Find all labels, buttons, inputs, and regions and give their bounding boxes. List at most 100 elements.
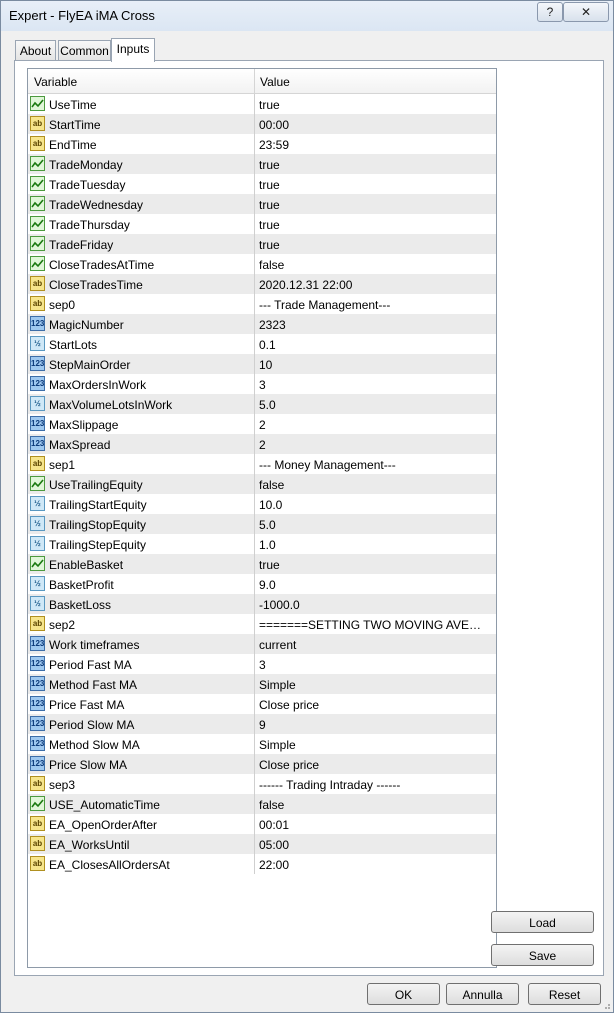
parameter-row[interactable]: 123 Method Fast MA Simple — [28, 674, 496, 694]
parameter-row[interactable]: ab sep1 --- Money Management--- — [28, 454, 496, 474]
parameter-value[interactable]: 2 — [259, 438, 489, 452]
parameter-row[interactable]: ab EA_ClosesAllOrdersAt 22:00 — [28, 854, 496, 874]
parameter-row[interactable]: 123 MaxSlippage 2 — [28, 414, 496, 434]
parameter-row[interactable]: ½ TrailingStepEquity 1.0 — [28, 534, 496, 554]
parameter-value[interactable]: Close price — [259, 758, 489, 772]
integer-icon: 123 — [30, 676, 45, 691]
parameter-value[interactable]: 1.0 — [259, 538, 489, 552]
parameter-value[interactable]: 2 — [259, 418, 489, 432]
parameter-value[interactable]: =======SETTING TWO MOVING AVERAG... — [259, 618, 489, 632]
parameters-grid[interactable]: Variable Value UseTime true ab StartTime 00:… — [27, 68, 497, 968]
reset-button[interactable]: Reset — [528, 983, 601, 1005]
parameter-row[interactable]: TradeFriday true — [28, 234, 496, 254]
parameter-name: TrailingStartEquity — [49, 498, 147, 512]
parameter-value[interactable]: 05:00 — [259, 838, 489, 852]
parameter-value[interactable]: 2020.12.31 22:00 — [259, 278, 489, 292]
boolean-icon — [30, 216, 45, 231]
parameter-row[interactable]: TradeWednesday true — [28, 194, 496, 214]
parameter-row[interactable]: ab StartTime 00:00 — [28, 114, 496, 134]
parameter-value[interactable]: 2323 — [259, 318, 489, 332]
parameter-row[interactable]: 123 Work timeframes current — [28, 634, 496, 654]
parameter-row[interactable]: 123 Period Fast MA 3 — [28, 654, 496, 674]
parameter-value[interactable]: 23:59 — [259, 138, 489, 152]
parameter-row[interactable]: TradeThursday true — [28, 214, 496, 234]
parameter-value[interactable]: false — [259, 798, 489, 812]
parameter-row[interactable]: TradeTuesday true — [28, 174, 496, 194]
parameter-value[interactable]: Simple — [259, 738, 489, 752]
parameter-row[interactable]: ab EndTime 23:59 — [28, 134, 496, 154]
parameter-value[interactable]: true — [259, 238, 489, 252]
parameter-value[interactable]: 3 — [259, 378, 489, 392]
parameter-row[interactable]: ½ BasketProfit 9.0 — [28, 574, 496, 594]
parameter-row[interactable]: ½ TrailingStopEquity 5.0 — [28, 514, 496, 534]
parameter-row[interactable]: ab sep2 =======SETTING TWO MOVING AVERAG..… — [28, 614, 496, 634]
parameter-value[interactable]: 00:01 — [259, 818, 489, 832]
parameter-value[interactable]: --- Trade Management--- — [259, 298, 489, 312]
parameter-row[interactable]: ab EA_WorksUntil 05:00 — [28, 834, 496, 854]
parameter-row[interactable]: 123 MagicNumber 2323 — [28, 314, 496, 334]
parameter-row[interactable]: 123 Price Slow MA Close price — [28, 754, 496, 774]
resize-grip-icon[interactable] — [601, 1000, 611, 1010]
parameter-row[interactable]: UseTime true — [28, 94, 496, 114]
parameter-row[interactable]: ½ BasketLoss -1000.0 — [28, 594, 496, 614]
parameter-value[interactable]: 10.0 — [259, 498, 489, 512]
parameter-value[interactable]: true — [259, 98, 489, 112]
parameter-value[interactable]: 3 — [259, 658, 489, 672]
parameter-row[interactable]: TradeMonday true — [28, 154, 496, 174]
parameter-row[interactable]: 123 Method Slow MA Simple — [28, 734, 496, 754]
close-button[interactable]: ✕ — [563, 2, 609, 22]
ok-button[interactable]: OK — [367, 983, 440, 1005]
parameter-value[interactable]: 22:00 — [259, 858, 489, 872]
help-button[interactable]: ? — [537, 2, 563, 22]
parameter-value[interactable]: 10 — [259, 358, 489, 372]
parameter-row[interactable]: ab EA_OpenOrderAfter 00:01 — [28, 814, 496, 834]
title-bar[interactable]: Expert - FlyEA iMA Cross ? ✕ — [1, 1, 613, 31]
tab-about[interactable]: About — [15, 40, 56, 60]
boolean-icon — [30, 96, 45, 111]
parameter-value[interactable]: 9 — [259, 718, 489, 732]
parameter-value[interactable]: 00:00 — [259, 118, 489, 132]
column-header-value[interactable]: Value — [260, 75, 290, 89]
parameter-row[interactable]: 123 StepMainOrder 10 — [28, 354, 496, 374]
parameter-value[interactable]: ------ Trading Intraday ------ — [259, 778, 489, 792]
parameter-value[interactable]: true — [259, 178, 489, 192]
parameter-value[interactable]: 0.1 — [259, 338, 489, 352]
parameter-row[interactable]: 123 Period Slow MA 9 — [28, 714, 496, 734]
parameter-value[interactable]: false — [259, 478, 489, 492]
parameter-value[interactable]: -1000.0 — [259, 598, 489, 612]
integer-icon: 123 — [30, 636, 45, 651]
parameter-value[interactable]: 5.0 — [259, 518, 489, 532]
save-button[interactable]: Save — [491, 944, 594, 966]
parameter-row[interactable]: ab sep3 ------ Trading Intraday ------ — [28, 774, 496, 794]
column-header-variable[interactable]: Variable — [34, 75, 77, 89]
parameter-value[interactable]: current — [259, 638, 489, 652]
parameter-value[interactable]: --- Money Management--- — [259, 458, 489, 472]
parameter-value[interactable]: 9.0 — [259, 578, 489, 592]
parameter-row[interactable]: 123 MaxOrdersInWork 3 — [28, 374, 496, 394]
parameter-row[interactable]: 123 MaxSpread 2 — [28, 434, 496, 454]
cancel-button[interactable]: Annulla — [446, 983, 519, 1005]
tab-inputs[interactable]: Inputs — [111, 38, 155, 62]
parameter-value[interactable]: true — [259, 198, 489, 212]
load-button[interactable]: Load — [491, 911, 594, 933]
parameter-value[interactable]: Simple — [259, 678, 489, 692]
parameter-value[interactable]: true — [259, 158, 489, 172]
parameter-row[interactable]: ab sep0 --- Trade Management--- — [28, 294, 496, 314]
parameter-row[interactable]: USE_AutomaticTime false — [28, 794, 496, 814]
parameter-value[interactable]: 5.0 — [259, 398, 489, 412]
parameter-row[interactable]: ab CloseTradesTime 2020.12.31 22:00 — [28, 274, 496, 294]
parameter-row[interactable]: ½ StartLots 0.1 — [28, 334, 496, 354]
parameter-value[interactable]: Close price — [259, 698, 489, 712]
parameter-row[interactable]: ½ MaxVolumeLotsInWork 5.0 — [28, 394, 496, 414]
parameter-row[interactable]: ½ TrailingStartEquity 10.0 — [28, 494, 496, 514]
parameter-value[interactable]: true — [259, 218, 489, 232]
parameter-value[interactable]: true — [259, 558, 489, 572]
parameter-row[interactable]: UseTrailingEquity false — [28, 474, 496, 494]
expert-dialog: Expert - FlyEA iMA Cross ? ✕ About Commo… — [0, 0, 614, 1013]
tab-common[interactable]: Common — [58, 40, 111, 60]
parameter-value[interactable]: false — [259, 258, 489, 272]
parameter-row[interactable]: EnableBasket true — [28, 554, 496, 574]
parameter-row[interactable]: CloseTradesAtTime false — [28, 254, 496, 274]
parameter-row[interactable]: 123 Price Fast MA Close price — [28, 694, 496, 714]
parameter-name: StepMainOrder — [49, 358, 131, 372]
